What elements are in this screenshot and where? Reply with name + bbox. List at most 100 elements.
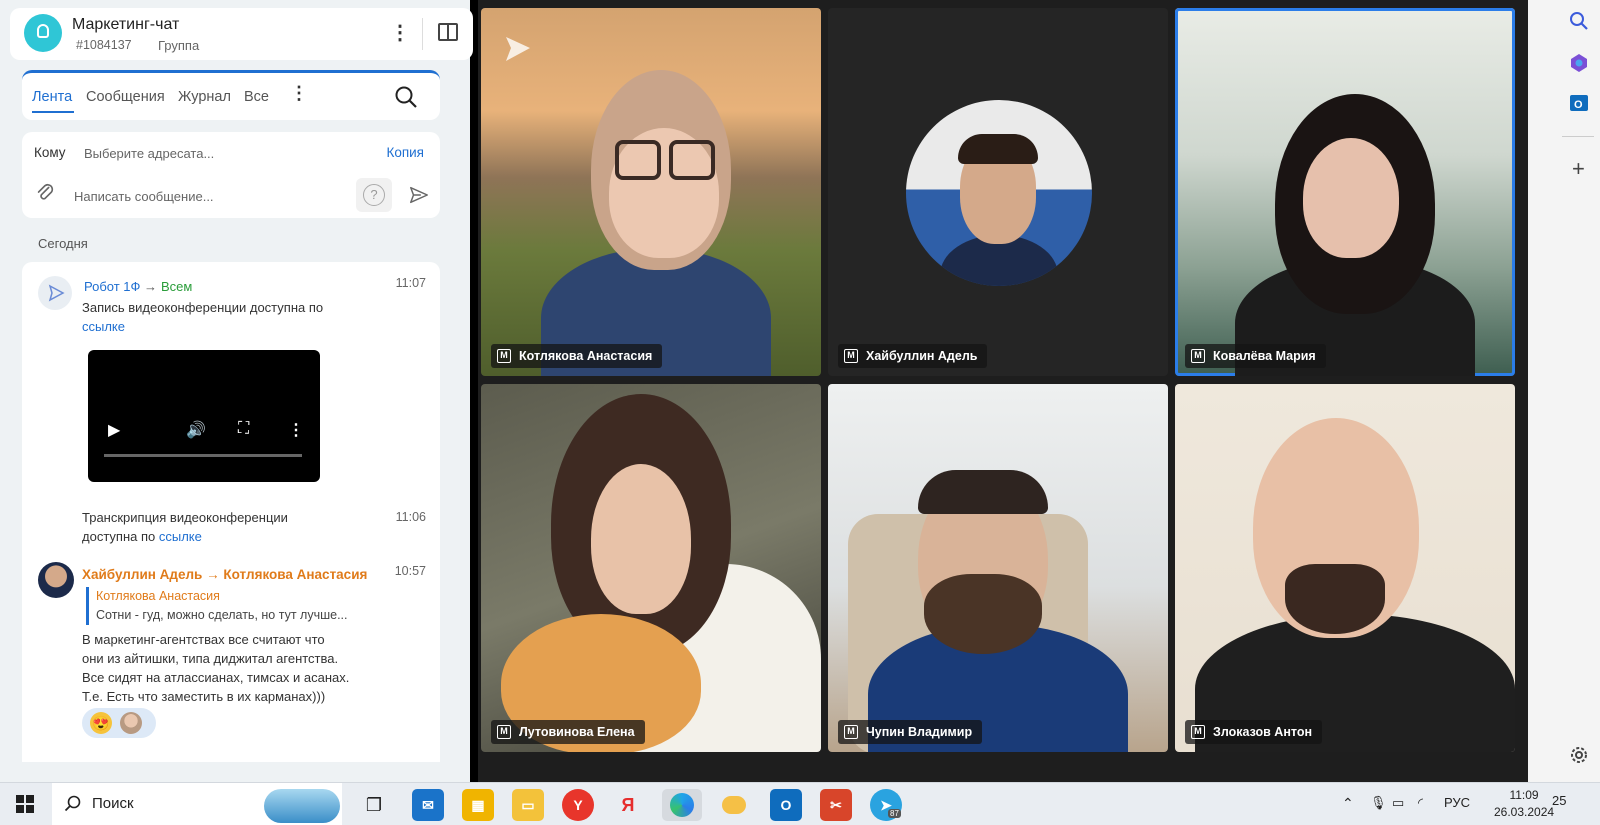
copy-link[interactable]: Копия (386, 145, 424, 160)
more-options-icon[interactable]: ⋮ (390, 22, 410, 46)
active-tab-underline (32, 111, 74, 113)
bot-avatar (38, 276, 72, 310)
video-progress-bar[interactable] (104, 454, 302, 457)
message-text: Запись видеоконференции доступна по ссыл… (82, 300, 324, 336)
edge-browser-icon[interactable] (662, 789, 702, 821)
store-app-icon[interactable]: ▦ (462, 789, 494, 821)
reaction-emoji[interactable]: 😍 (90, 712, 112, 734)
m-badge-icon: M (497, 725, 511, 739)
message-feed: Робот 1Ф → Всем 11:07 Запись видеоконфер… (22, 262, 440, 762)
mail-app-icon[interactable]: ✉ (412, 789, 444, 821)
participant-name-tag: M Злоказов Антон (1185, 720, 1323, 744)
divider (422, 18, 423, 50)
date-separator: Сегодня (38, 236, 88, 251)
search-highlight-image (264, 789, 340, 823)
message-text: Транскрипция видеоконференции доступна п… (82, 510, 288, 544)
divider (1562, 136, 1594, 137)
participant-name-tag: M Чупин Владимир (838, 720, 983, 744)
participant-tile-active-speaker[interactable]: M Ковалёва Мария (1175, 8, 1515, 376)
reactions[interactable]: 😍 (82, 708, 156, 738)
battery-icon[interactable]: ▭ (1392, 795, 1404, 811)
settings-icon[interactable] (1568, 744, 1590, 766)
chat-logo-icon (24, 14, 62, 52)
chat-panel: Маркетинг-чат #1084137 Группа ⋮ Лента Со… (0, 0, 473, 782)
weather-icon[interactable] (718, 789, 750, 821)
add-icon[interactable]: + (1572, 156, 1585, 182)
windows-start-icon[interactable] (16, 795, 34, 813)
microphone-icon[interactable]: 🎙 (1370, 795, 1387, 811)
m-badge-icon: M (844, 349, 858, 363)
tab-messages[interactable]: Сообщения (86, 89, 165, 105)
message-time: 11:07 (395, 276, 426, 290)
participant-tile[interactable]: M Чупин Владимир (828, 384, 1168, 752)
reaction-avatar (120, 712, 142, 734)
wifi-icon[interactable]: ◜ (1418, 795, 1423, 811)
tab-all[interactable]: Все (244, 89, 269, 105)
video-player[interactable]: ▶ 🔊 ⛶ ⋮ (88, 350, 320, 482)
participant-name-tag: M Лутовинова Елена (491, 720, 645, 744)
chat-header: Маркетинг-чат #1084137 Группа ⋮ (10, 8, 473, 60)
m-badge-icon: M (844, 725, 858, 739)
fullscreen-icon[interactable]: ⛶ (238, 420, 249, 438)
message-recipient[interactable]: Всем (161, 279, 192, 294)
recording-link[interactable]: ссылке (82, 317, 323, 336)
paperclip-icon[interactable] (34, 182, 56, 204)
logo-icon (506, 37, 530, 61)
video-grid: M Котлякова Анастасия M Хайбуллин Адель MК… (478, 0, 1528, 782)
chat-id: #1084137 (76, 38, 132, 52)
m-badge-icon: M (497, 349, 511, 363)
copilot-icon[interactable] (1568, 52, 1590, 74)
question-icon: ? (363, 184, 385, 206)
message-time: 11:06 (395, 510, 426, 524)
search-icon (64, 795, 81, 812)
participant-tile[interactable]: M Лутовинова Елена (481, 384, 821, 752)
help-button[interactable]: ? (356, 178, 392, 212)
outlook-icon[interactable]: O (770, 789, 802, 821)
participant-tile[interactable]: M Злоказов Антон (1175, 384, 1515, 752)
snipping-tool-icon[interactable]: ✂ (820, 789, 852, 821)
yandex-icon[interactable]: Я (612, 789, 644, 821)
windows-taskbar: Поиск ❐ ✉ ▦ ▭ Y Я O ✂ ➤ 87 ⌃ 🎙 ▭ ◜ РУС 1… (0, 782, 1600, 825)
taskbar-search[interactable]: Поиск (52, 783, 342, 825)
notifications-badge[interactable]: 25 (1552, 793, 1566, 808)
avatar[interactable] (38, 562, 74, 598)
chat-title: Маркетинг-чат (72, 16, 180, 33)
tabs-more-icon[interactable]: ⋮ (290, 83, 308, 104)
message-text: В маркетинг-агентствах все считают что о… (82, 632, 350, 704)
quoted-message[interactable]: Котлякова Анастасия Сотни - гуд, можно с… (86, 587, 386, 625)
message-input[interactable]: Написать сообщение... (74, 189, 214, 204)
search-icon[interactable] (1568, 10, 1590, 32)
outlook-icon[interactable]: O (1568, 92, 1590, 114)
message-time: 10:57 (394, 564, 426, 578)
file-explorer-icon[interactable]: ▭ (512, 789, 544, 821)
chat-type: Группа (158, 38, 200, 53)
participant-name-tag: M Ковалёва Мария (1185, 344, 1326, 368)
volume-icon[interactable]: 🔊 (186, 420, 206, 440)
task-view-icon[interactable]: ❐ (358, 789, 390, 821)
message-author[interactable]: Хайбуллин Адель → Котлякова Анастасия (82, 567, 367, 582)
participant-name-tag: M Котлякова Анастасия (491, 344, 663, 368)
participant-name-tag: M Хайбуллин Адель (838, 344, 988, 368)
recipient-input[interactable]: Выберите адресата... (84, 146, 214, 161)
telegram-badge: 87 (888, 809, 901, 818)
transcript-link[interactable]: ссылке (159, 529, 202, 544)
side-panel-icon[interactable] (438, 23, 458, 41)
search-icon[interactable] (394, 85, 418, 109)
send-icon[interactable] (408, 184, 430, 206)
tab-feed[interactable]: Лента (32, 89, 72, 105)
to-label: Кому (34, 145, 66, 160)
chat-tabs: Лента Сообщения Журнал Все ⋮ (22, 70, 440, 120)
message-composer: Кому Выберите адресата... Копия Написать… (22, 132, 440, 218)
play-button[interactable]: ▶ (108, 420, 120, 440)
message-author[interactable]: Робот 1Ф → (84, 279, 157, 294)
yandex-browser-icon[interactable]: Y (562, 789, 594, 821)
m-badge-icon: M (1191, 349, 1205, 363)
svg-text:O: O (1574, 99, 1583, 111)
participant-tile[interactable]: M Котлякова Анастасия (481, 8, 821, 376)
tab-journal[interactable]: Журнал (178, 89, 231, 105)
video-more-icon[interactable]: ⋮ (288, 420, 304, 440)
clock[interactable]: 11:09 26.03.2024 (1494, 787, 1554, 821)
chevron-up-icon[interactable]: ⌃ (1342, 795, 1354, 812)
language-indicator[interactable]: РУС (1444, 795, 1470, 810)
participant-tile[interactable]: M Хайбуллин Адель (828, 8, 1168, 376)
